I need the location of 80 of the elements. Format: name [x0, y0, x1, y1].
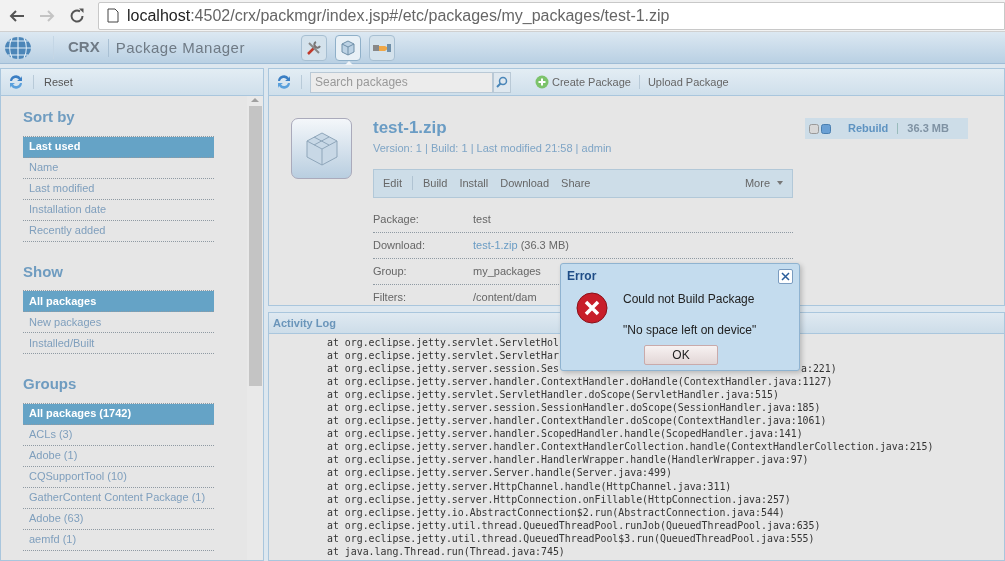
log-line: at org.eclipse.jetty.io.AbstractConnection$2.run(AbstractConnection.java:544) [327, 506, 785, 518]
log-line: at org.eclipse.jetty.server.HttpChannel.handle(HttpChannel.java:311) [327, 480, 732, 492]
sidebar-item[interactable]: aemfd (1) [23, 529, 214, 551]
action-button[interactable]: Edit [383, 174, 402, 192]
search-field[interactable]: Search packages [310, 71, 493, 93]
app-title: Package Manager [107, 38, 245, 57]
section-heading: Sort by [23, 107, 76, 127]
action-button[interactable]: Build [422, 174, 448, 192]
toolbar-button[interactable] [300, 34, 327, 61]
log-line: at org.eclipse.jetty.util.thread.QueuedThreadPool.runJob(QueuedThreadPool.java:635) [327, 519, 821, 531]
detail-label: Filters: [373, 290, 407, 306]
action-button[interactable]: Download [500, 174, 550, 192]
sidebar-item[interactable]: Last used [23, 136, 214, 158]
log-line: at org.eclipse.jetty.server.handler.ContextHandler.doHandle(ContextHandler.java:1127) [327, 376, 833, 388]
sidebar-item[interactable]: All packages (1742) [23, 403, 214, 425]
toolbar-button[interactable] [368, 34, 395, 61]
package-size: 36.3 MB [907, 121, 949, 137]
detail-label: Package: [373, 211, 420, 227]
sidebar-item[interactable]: GatherContent Content Package (1) [23, 487, 214, 509]
section-heading: Show [23, 261, 64, 282]
log-line: at org.eclipse.jetty.server.handler.ScopedHandler.handle(ScopedHandler.java:141) [327, 428, 803, 440]
file-size: (36.3 MB) [520, 237, 569, 253]
reload-icon [68, 6, 86, 25]
error-message: Could not Build Package [623, 291, 756, 308]
refresh-icon [275, 73, 293, 91]
plus-icon [535, 75, 549, 89]
sidebar-item[interactable]: Adobe (63) [23, 508, 214, 530]
ok-button[interactable]: OK [644, 345, 718, 365]
package-name: test-1.zip [373, 118, 448, 138]
log-line: at org.eclipse.jetty.servlet.ServletHandler.doScope(ServletHandler.java:515) [327, 389, 779, 401]
panel-title: Activity Log [273, 315, 336, 331]
page-icon [107, 8, 119, 23]
log-line: a:221) [801, 362, 837, 376]
sidebar-item[interactable]: Installed/Built [23, 333, 214, 354]
more-dropdown[interactable]: More [744, 174, 783, 192]
create-package-button[interactable]: Create Package [535, 73, 631, 91]
sidebar-item[interactable]: CQSupportTool (10) [23, 466, 214, 488]
refresh-icon [7, 73, 25, 91]
log-line: at org.eclipse.jetty.servlet.ServletHol [327, 337, 559, 348]
detail-value: /content/dam [473, 290, 537, 306]
sidebar-item[interactable]: Name [23, 157, 214, 179]
log-line: at org.eclipse.jetty.server.HttpConnection.onFillable(HttpConnection.java:257) [327, 493, 791, 505]
package-meta: Version: 1 | Build: 1 | Last modified 21:58 | admin [373, 141, 613, 156]
sidebar-item[interactable]: All packages [23, 291, 214, 312]
sidebar-item[interactable]: Last modified [23, 178, 214, 200]
log-line: at org.eclipse.jetty.server.handler.ContextHandler.doScope(ContextHandler.java:1061) [327, 415, 827, 427]
log-line: at org.eclipse.jetty.servlet.ServletHar [327, 350, 559, 362]
status-icon [809, 123, 831, 134]
section-heading: Groups [23, 374, 78, 394]
sidebar-item[interactable]: New packages [23, 312, 214, 333]
sidebar-item[interactable]: Recently added [23, 220, 214, 242]
log-line: at org.eclipse.jetty.server.handler.ContextHandlerCollection.handle(ContextHandlerCollection.java:215) [327, 441, 934, 453]
reset-button[interactable]: Reset [42, 73, 75, 91]
detail-value: test [473, 211, 491, 227]
address-bar[interactable]: localhost:4502/crx/packmgr/index.jsp#/etc/packages/my_packages/test-1.zip [98, 1, 1005, 30]
detail-value: my_packages [473, 263, 541, 279]
logo-text: CRX [53, 36, 100, 59]
search-button[interactable] [493, 71, 511, 93]
download-link[interactable]: test-1.zip [473, 236, 518, 254]
dialog-title: Error [567, 268, 597, 285]
log-line: at org.eclipse.jetty.server.session.Ses [327, 363, 559, 375]
error-detail: "No space left on device" [623, 322, 757, 339]
package-icon [291, 118, 352, 179]
globe-logo-icon [3, 34, 33, 61]
log-line: at org.eclipse.jetty.util.thread.QueuedThreadPool$3.run(QueuedThreadPool.java:555) [327, 532, 815, 544]
action-button[interactable]: Install [459, 174, 489, 192]
detail-label: Group: [373, 263, 408, 279]
cube-icon [338, 38, 357, 57]
sidebar-item[interactable]: ACLs (3) [23, 424, 214, 446]
log-line: at java.lang.Thread.run(Thread.java:745) [327, 545, 565, 557]
upload-package-button[interactable]: Upload Package [647, 73, 729, 91]
sidebar-item[interactable]: Installation date [23, 199, 214, 221]
log-line: at org.eclipse.jetty.server.session.SessionHandler.doScope(SessionHandler.java:185) [327, 402, 821, 414]
close-button[interactable] [778, 268, 793, 284]
detail-label: Download: [373, 237, 426, 253]
action-button[interactable]: Share [561, 174, 591, 192]
sidebar-item[interactable]: Adobe (1) [23, 445, 214, 467]
rebuild-link[interactable]: Rebuild [848, 120, 889, 137]
log-line: at org.eclipse.jetty.server.handler.HandlerWrapper.handle(HandlerWrapper.java:97) [327, 454, 809, 466]
log-line: at org.eclipse.jetty.server.Server.handle(Server.java:499) [327, 467, 672, 479]
